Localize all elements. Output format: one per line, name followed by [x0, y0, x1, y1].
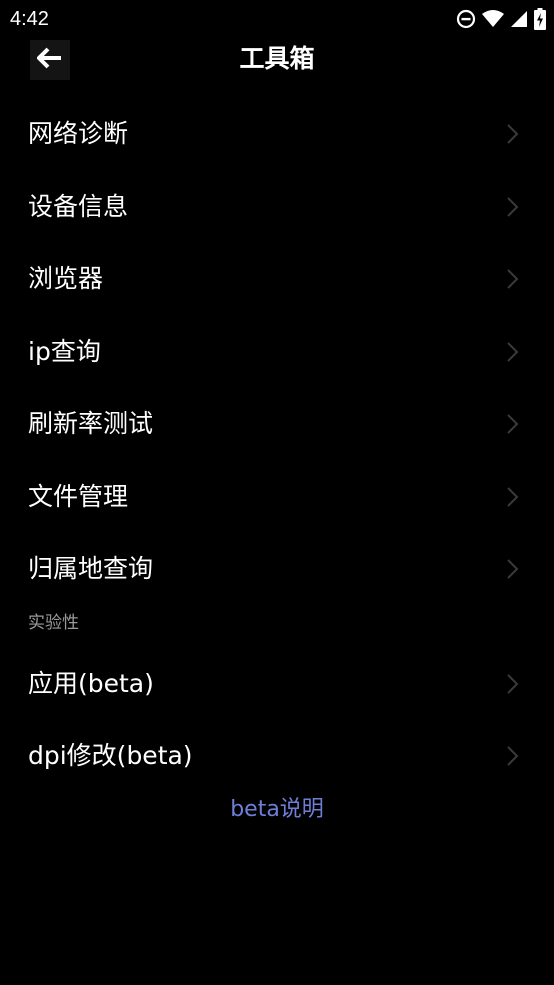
menu-item-label: 应用(beta)	[28, 668, 154, 698]
chevron-right-icon	[507, 342, 519, 362]
chevron-right-icon	[507, 197, 519, 217]
section-header-experimental: 实验性	[0, 606, 554, 648]
chevron-right-icon	[507, 414, 519, 434]
battery-charging-icon	[534, 8, 546, 30]
menu-item-label: 网络诊断	[28, 119, 129, 149]
menu-item-file-manager[interactable]: 文件管理	[0, 461, 554, 534]
page-title: 工具箱	[239, 44, 315, 73]
menu-item-label: 文件管理	[28, 481, 129, 511]
menu-item-refresh-rate-test[interactable]: 刷新率测试	[0, 388, 554, 461]
chevron-right-icon	[507, 487, 519, 507]
menu-item-dpi-modify-beta[interactable]: dpi修改(beta)	[0, 720, 554, 793]
wifi-icon	[482, 10, 504, 28]
menu-item-ip-lookup[interactable]: ip查询	[0, 316, 554, 389]
tools-menu: 网络诊断 设备信息 浏览器 ip查询 刷新率测试 文件管理 归属地查询 实验性 …	[0, 98, 554, 793]
menu-item-label: 刷新率测试	[28, 409, 154, 439]
menu-item-apps-beta[interactable]: 应用(beta)	[0, 648, 554, 721]
menu-item-label: dpi修改(beta)	[28, 741, 193, 771]
menu-item-label: 浏览器	[28, 264, 104, 294]
chevron-right-icon	[507, 124, 519, 144]
status-icons	[456, 7, 546, 31]
section-header-label: 实验性	[28, 612, 79, 633]
menu-item-device-info[interactable]: 设备信息	[0, 171, 554, 244]
beta-info-link[interactable]: beta说明	[0, 795, 554, 825]
menu-item-location-lookup[interactable]: 归属地查询	[0, 533, 554, 606]
status-bar: 4:42	[0, 0, 554, 38]
chevron-right-icon	[507, 746, 519, 766]
menu-item-browser[interactable]: 浏览器	[0, 243, 554, 316]
chevron-right-icon	[507, 559, 519, 579]
status-time: 4:42	[10, 8, 49, 30]
cellular-signal-icon	[510, 10, 528, 28]
menu-item-label: 归属地查询	[28, 554, 154, 584]
chevron-right-icon	[507, 269, 519, 289]
do-not-disturb-icon	[456, 9, 476, 29]
app-bar: 工具箱	[0, 38, 554, 80]
chevron-right-icon	[507, 674, 519, 694]
menu-item-network-diagnosis[interactable]: 网络诊断	[0, 98, 554, 171]
menu-item-label: 设备信息	[28, 191, 129, 221]
menu-item-label: ip查询	[28, 336, 101, 366]
